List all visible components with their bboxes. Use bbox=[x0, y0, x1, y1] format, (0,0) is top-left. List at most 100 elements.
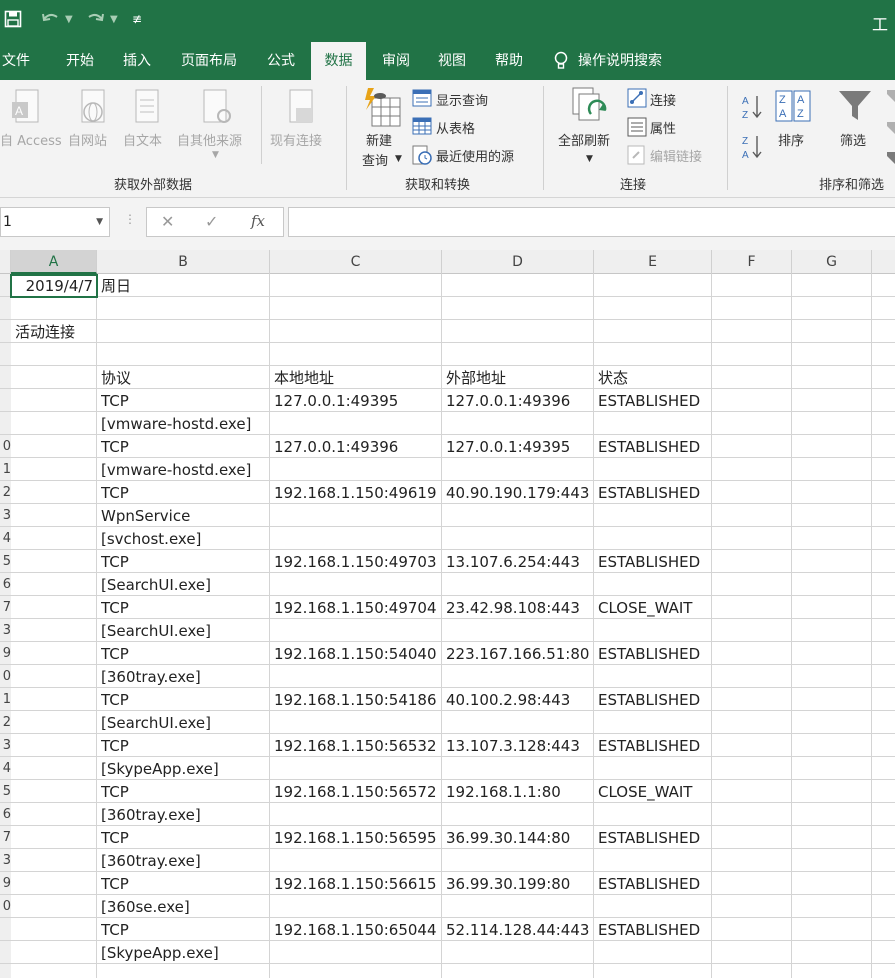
edit-links-icon[interactable] bbox=[627, 145, 647, 165]
sort-icon[interactable]: ZAAZ bbox=[775, 90, 811, 122]
cell-d-10[interactable]: 40.90.190.179:443 bbox=[446, 482, 592, 505]
row-number[interactable]: 3 bbox=[0, 619, 11, 642]
cell-e-27[interactable]: ESTABLISHED bbox=[598, 873, 710, 896]
existing-connections-icon[interactable] bbox=[286, 88, 318, 128]
redo-icon[interactable] bbox=[84, 10, 106, 28]
from-other-sources-dropdown-icon[interactable]: ▼ bbox=[212, 150, 219, 160]
tab-help[interactable]: 帮助 bbox=[484, 42, 534, 80]
cell-d-8[interactable]: 127.0.0.1:49395 bbox=[446, 436, 592, 459]
cell-c-10[interactable]: 192.168.1.150:49619 bbox=[274, 482, 440, 505]
customize-icon[interactable]: ≢ bbox=[132, 12, 142, 26]
cell-b-26[interactable]: [360tray.exe] bbox=[101, 850, 341, 873]
cell-d-19[interactable]: 40.100.2.98:443 bbox=[446, 689, 592, 712]
col-header-f[interactable]: F bbox=[712, 250, 792, 274]
row-number[interactable]: 3 bbox=[0, 734, 11, 757]
cell-e-5[interactable]: 状态 bbox=[598, 367, 710, 390]
row-number[interactable]: 1 bbox=[0, 688, 11, 711]
row-number[interactable]: 4 bbox=[0, 527, 11, 550]
formula-bar-grip-icon[interactable]: ⋮ bbox=[124, 212, 136, 226]
col-header-a[interactable]: A bbox=[11, 250, 97, 274]
from-table-icon[interactable] bbox=[412, 117, 432, 135]
properties-button[interactable]: 属性 bbox=[650, 118, 676, 137]
cell-c-6[interactable]: 127.0.0.1:49395 bbox=[274, 390, 440, 413]
row-number[interactable]: 2 bbox=[0, 711, 11, 734]
row-number[interactable]: 4 bbox=[0, 757, 11, 780]
name-box[interactable]: 1 ▼ bbox=[0, 207, 110, 237]
cell-d-23[interactable]: 192.168.1.1:80 bbox=[446, 781, 592, 804]
cell-b-12[interactable]: [svchost.exe] bbox=[101, 528, 341, 551]
cancel-icon[interactable]: ✕ bbox=[161, 212, 174, 231]
filter-icon[interactable] bbox=[838, 90, 872, 122]
cell-e-21[interactable]: ESTABLISHED bbox=[598, 735, 710, 758]
cell-e-19[interactable]: ESTABLISHED bbox=[598, 689, 710, 712]
new-query-icon[interactable] bbox=[362, 86, 402, 130]
show-queries-icon[interactable] bbox=[412, 89, 432, 107]
enter-icon[interactable]: ✓ bbox=[205, 212, 218, 231]
cell-c-19[interactable]: 192.168.1.150:54186 bbox=[274, 689, 440, 712]
cell-b-30[interactable]: [SkypeApp.exe] bbox=[101, 942, 341, 965]
cell-e-10[interactable]: ESTABLISHED bbox=[598, 482, 710, 505]
row-number[interactable]: 5 bbox=[0, 550, 11, 573]
cell-b-22[interactable]: [SkypeApp.exe] bbox=[101, 758, 341, 781]
row-number[interactable]: 1 bbox=[0, 458, 11, 481]
save-icon[interactable] bbox=[4, 10, 22, 28]
cell-d-15[interactable]: 23.42.98.108:443 bbox=[446, 597, 592, 620]
cell-b-11[interactable]: WpnService bbox=[101, 505, 341, 528]
from-other-sources-button[interactable]: 自其他来源 bbox=[177, 130, 242, 149]
cell-e-15[interactable]: CLOSE_WAIT bbox=[598, 597, 710, 620]
from-access-button[interactable]: 自 Access bbox=[0, 130, 62, 149]
cell-d-29[interactable]: 52.114.128.44:443 bbox=[446, 919, 592, 942]
from-table-button[interactable]: 从表格 bbox=[436, 118, 475, 137]
cell-c-21[interactable]: 192.168.1.150:56532 bbox=[274, 735, 440, 758]
cell-e-29[interactable]: ESTABLISHED bbox=[598, 919, 710, 942]
row-number[interactable]: 0 bbox=[0, 665, 11, 688]
row-number[interactable]: 6 bbox=[0, 803, 11, 826]
cell-d-6[interactable]: 127.0.0.1:49396 bbox=[446, 390, 592, 413]
row-number[interactable]: 5 bbox=[0, 780, 11, 803]
cell-c-27[interactable]: 192.168.1.150:56615 bbox=[274, 873, 440, 896]
col-header-g[interactable]: G bbox=[792, 250, 872, 274]
cell-b-24[interactable]: [360tray.exe] bbox=[101, 804, 341, 827]
cell-e-23[interactable]: CLOSE_WAIT bbox=[598, 781, 710, 804]
cell-e-13[interactable]: ESTABLISHED bbox=[598, 551, 710, 574]
cell-d-5[interactable]: 外部地址 bbox=[446, 367, 592, 390]
cell-c-13[interactable]: 192.168.1.150:49703 bbox=[274, 551, 440, 574]
refresh-all-icon[interactable] bbox=[571, 86, 609, 128]
new-query-label-1[interactable]: 新建 bbox=[366, 130, 392, 149]
formula-input[interactable] bbox=[288, 207, 895, 237]
cell-c-5[interactable]: 本地地址 bbox=[274, 367, 440, 390]
edit-links-button[interactable]: 编辑链接 bbox=[650, 146, 702, 165]
tell-me-search[interactable]: 操作说明搜索 bbox=[578, 42, 678, 80]
from-web-button[interactable]: 自网站 bbox=[68, 130, 107, 149]
cell-a-3[interactable]: 活动连接 bbox=[15, 321, 135, 344]
clear-filter-icon[interactable] bbox=[887, 90, 895, 170]
cell-b-16[interactable]: [SearchUI.exe] bbox=[101, 620, 341, 643]
row-number[interactable]: 9 bbox=[0, 642, 11, 665]
cell-e-17[interactable]: ESTABLISHED bbox=[598, 643, 710, 666]
cell-d-13[interactable]: 13.107.6.254:443 bbox=[446, 551, 592, 574]
cell-b-7[interactable]: [vmware-hostd.exe] bbox=[101, 413, 341, 436]
worksheet-grid[interactable]: A B C D E F G 2019/4/7 周日 活动连接 协议 本地地址 外部地址 状态… bbox=[0, 250, 895, 978]
cell-c-15[interactable]: 192.168.1.150:49704 bbox=[274, 597, 440, 620]
from-text-button[interactable]: 自文本 bbox=[123, 130, 162, 149]
cell-b-18[interactable]: [360tray.exe] bbox=[101, 666, 341, 689]
refresh-all-button[interactable]: 全部刷新 bbox=[558, 130, 610, 149]
undo-icon[interactable] bbox=[40, 10, 62, 28]
web-icon[interactable] bbox=[78, 88, 110, 128]
text-file-icon[interactable] bbox=[132, 88, 164, 128]
tab-view[interactable]: 视图 bbox=[426, 42, 478, 80]
col-header-b[interactable]: B bbox=[97, 250, 270, 274]
new-query-dropdown-icon[interactable]: ▼ bbox=[395, 154, 402, 164]
refresh-all-dropdown-icon[interactable]: ▼ bbox=[586, 154, 593, 164]
cell-c-8[interactable]: 127.0.0.1:49396 bbox=[274, 436, 440, 459]
recent-sources-button[interactable]: 最近使用的源 bbox=[436, 146, 514, 165]
cell-b-20[interactable]: [SearchUI.exe] bbox=[101, 712, 341, 735]
col-header-c[interactable]: C bbox=[270, 250, 442, 274]
cell-b-14[interactable]: [SearchUI.exe] bbox=[101, 574, 341, 597]
cell-d-25[interactable]: 36.99.30.144:80 bbox=[446, 827, 592, 850]
undo-dropdown-icon[interactable]: ▼ bbox=[65, 14, 73, 25]
row-number[interactable]: 9 bbox=[0, 872, 11, 895]
tab-page-layout[interactable]: 页面布局 bbox=[168, 42, 250, 80]
redo-dropdown-icon[interactable]: ▼ bbox=[110, 14, 118, 25]
insert-function-icon[interactable]: fx bbox=[251, 212, 265, 230]
